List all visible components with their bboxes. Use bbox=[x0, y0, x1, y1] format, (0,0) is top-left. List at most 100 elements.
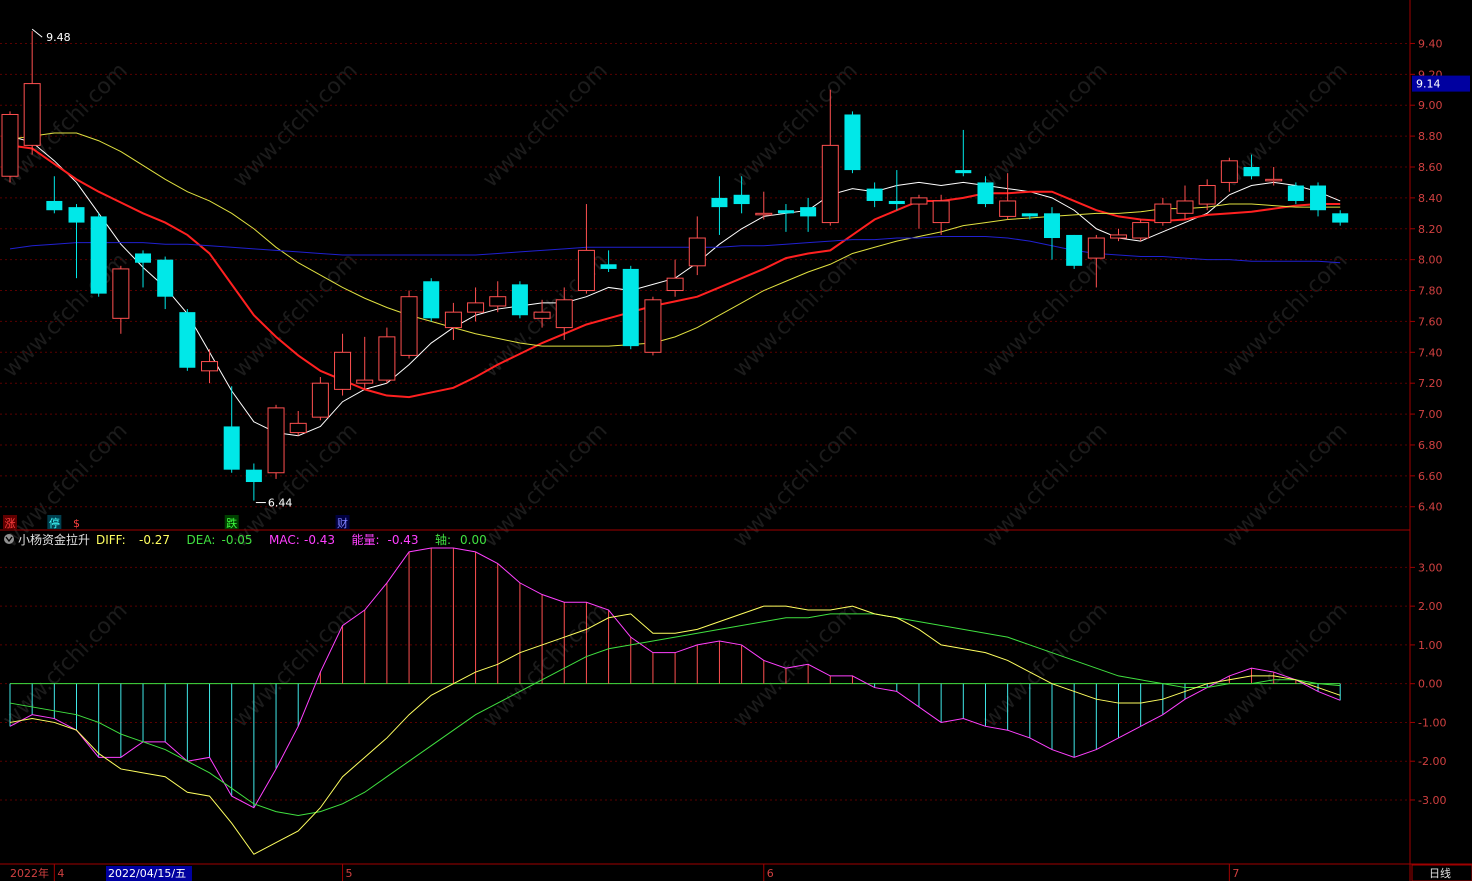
candle-down[interactable] bbox=[157, 256, 174, 310]
indicator-param-value: -0.43 bbox=[388, 533, 419, 547]
candle-body bbox=[135, 253, 152, 263]
candle-body bbox=[888, 200, 905, 205]
candle-up[interactable] bbox=[356, 336, 374, 390]
candle-down[interactable] bbox=[711, 176, 728, 235]
candle-down[interactable] bbox=[1043, 207, 1060, 260]
candle-up[interactable] bbox=[334, 333, 352, 396]
candle-up[interactable] bbox=[666, 259, 684, 297]
candle-up[interactable] bbox=[267, 404, 285, 479]
chart-canvas[interactable]: www.cfchi.com www.cfchi.com www.cfchi.com w… bbox=[0, 0, 1472, 881]
candle-down[interactable] bbox=[1066, 234, 1083, 269]
signal-mark: 财 bbox=[337, 516, 348, 530]
indicator-tick-label: -2.00 bbox=[1418, 755, 1446, 768]
candle-up[interactable] bbox=[489, 281, 507, 313]
watermark-text: www.cfchi.com bbox=[1218, 58, 1352, 192]
candle-up[interactable] bbox=[467, 287, 485, 322]
candle-down[interactable] bbox=[423, 278, 440, 322]
indicator-param-label: 能量: bbox=[352, 533, 380, 547]
year-label: 2022年 bbox=[10, 866, 49, 880]
price-axis: 9.409.209.008.808.608.408.208.007.807.60… bbox=[1410, 37, 1470, 514]
candle-body bbox=[800, 207, 817, 217]
candle-up[interactable] bbox=[378, 327, 396, 384]
candle-body bbox=[90, 216, 107, 294]
candle-body bbox=[577, 249, 595, 292]
indicator-panel[interactable]: 小杨资金拉升 DIFF: -0.27 DEA: -0.05 MAC: -0.43 能量: -0.… bbox=[4, 532, 1341, 855]
candle-down[interactable] bbox=[888, 170, 905, 211]
candle-down[interactable] bbox=[245, 463, 262, 501]
candle-body bbox=[23, 83, 41, 146]
candle-body bbox=[622, 268, 639, 347]
candle-down[interactable] bbox=[179, 309, 196, 371]
candle-body bbox=[489, 296, 507, 307]
candle-body bbox=[755, 212, 773, 216]
candle-down[interactable] bbox=[622, 265, 639, 350]
candle-down[interactable] bbox=[1332, 210, 1349, 226]
watermark-text: www.cfchi.com bbox=[228, 58, 362, 192]
watermark-text: www.cfchi.com bbox=[978, 58, 1112, 192]
candle-body bbox=[688, 237, 706, 267]
candle-body bbox=[1021, 213, 1038, 217]
candle-up[interactable] bbox=[1176, 185, 1194, 220]
candle-body bbox=[711, 197, 728, 208]
candle-up[interactable] bbox=[1132, 219, 1150, 242]
candle-down[interactable] bbox=[844, 111, 861, 174]
candle-body bbox=[1110, 234, 1127, 239]
watermark-text: www.cfchi.com bbox=[728, 418, 862, 552]
indicator-axis: 3.00 2.00 1.00 0.00 -1.00 -2.00 -3.00 bbox=[1410, 561, 1446, 807]
candle-up[interactable] bbox=[444, 302, 462, 340]
candle-down[interactable] bbox=[68, 204, 85, 279]
collapse-icon[interactable] bbox=[4, 534, 14, 544]
price-tick-label: 7.80 bbox=[1418, 285, 1443, 298]
candle-up[interactable] bbox=[910, 194, 928, 229]
candle-down[interactable] bbox=[866, 182, 883, 208]
signal-mark: 停 bbox=[49, 516, 60, 530]
candle-down[interactable] bbox=[1310, 182, 1327, 217]
candle-up[interactable] bbox=[577, 204, 595, 294]
max-price-label: 9.48 bbox=[46, 31, 71, 44]
candle-down[interactable] bbox=[90, 213, 107, 297]
candle-up[interactable] bbox=[1, 111, 19, 183]
indicator-param-label: 轴: bbox=[435, 532, 451, 547]
candle-up[interactable] bbox=[1154, 197, 1172, 226]
candle-body bbox=[1043, 213, 1060, 239]
candle-body bbox=[467, 302, 485, 313]
candle-up[interactable] bbox=[201, 349, 219, 384]
candle-down[interactable] bbox=[46, 176, 63, 214]
candle-down[interactable] bbox=[777, 204, 794, 232]
candle-up[interactable] bbox=[289, 410, 307, 436]
candle-up[interactable] bbox=[1198, 179, 1216, 211]
candle-down[interactable] bbox=[511, 281, 528, 319]
candle-up[interactable] bbox=[112, 265, 130, 334]
indicator-param-value: -0.43 bbox=[304, 533, 335, 547]
candle-body bbox=[1154, 203, 1172, 224]
candle-up[interactable] bbox=[688, 216, 706, 276]
candle-up[interactable] bbox=[23, 31, 41, 155]
candle-down[interactable] bbox=[135, 250, 152, 288]
candle-down[interactable] bbox=[1287, 182, 1304, 205]
candle-up[interactable] bbox=[311, 377, 329, 421]
candle-up[interactable] bbox=[644, 296, 662, 356]
candle-body bbox=[267, 407, 285, 474]
candle-body bbox=[977, 182, 994, 205]
candlestick-series[interactable]: 9.48 6.44 bbox=[1, 28, 1349, 510]
signal-marks: 涨 停 $ 跌 财 bbox=[3, 515, 350, 530]
indicator-param-value: -0.05 bbox=[222, 533, 253, 547]
watermark-text: www.cfchi.com bbox=[478, 418, 612, 552]
candle-body bbox=[932, 200, 950, 224]
candle-up[interactable] bbox=[400, 290, 418, 359]
candle-body bbox=[1310, 185, 1327, 211]
indicator-tick-label: -3.00 bbox=[1418, 794, 1446, 807]
indicator-tick-label: 1.00 bbox=[1418, 639, 1443, 652]
candle-down[interactable] bbox=[955, 129, 972, 177]
candle-body bbox=[179, 312, 196, 368]
candle-body bbox=[356, 379, 374, 384]
candle-body bbox=[666, 277, 684, 292]
candle-body bbox=[444, 311, 462, 329]
indicator-tick-label: -1.00 bbox=[1418, 716, 1446, 729]
indicator-param-label: MAC: bbox=[269, 533, 300, 547]
candle-down[interactable] bbox=[800, 197, 817, 232]
period-label: 日线 bbox=[1429, 866, 1451, 880]
indicator-tick-label: 0.00 bbox=[1418, 678, 1443, 691]
max-pointer bbox=[31, 28, 43, 38]
price-tick-label: 8.20 bbox=[1418, 223, 1443, 236]
